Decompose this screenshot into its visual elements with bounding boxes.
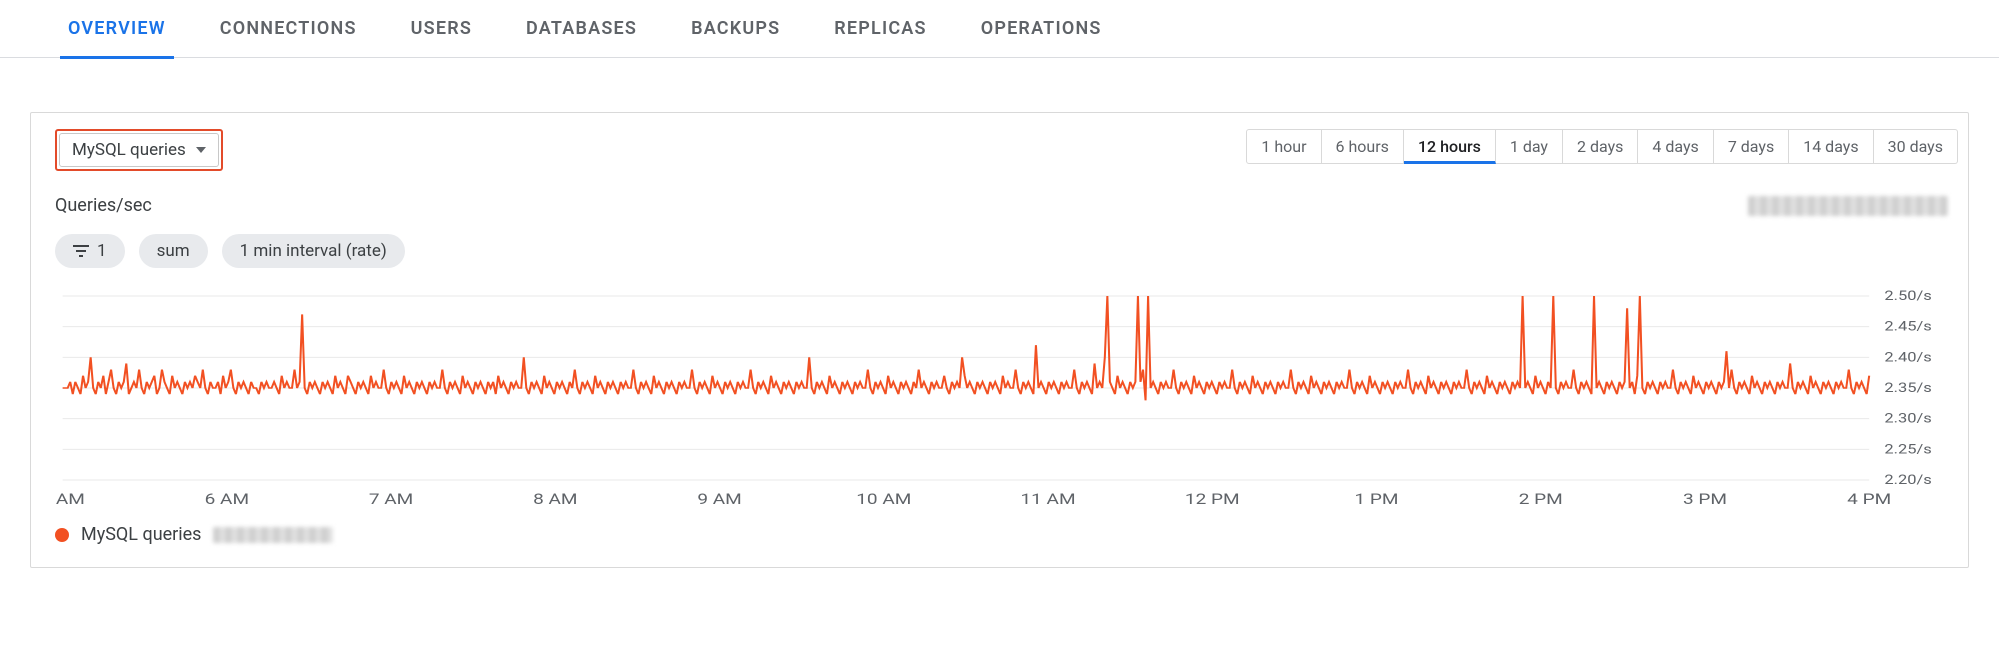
- svg-text:6 AM: 6 AM: [205, 491, 249, 509]
- svg-text:2.50/s: 2.50/s: [1884, 290, 1931, 304]
- svg-text:5 AM: 5 AM: [55, 491, 85, 509]
- legend-swatch-icon: [55, 528, 69, 542]
- tab-users[interactable]: USERS: [403, 0, 480, 58]
- tab-replicas[interactable]: REPLICAS: [826, 0, 934, 58]
- chart-subtitle: Queries/sec: [55, 195, 152, 216]
- time-range-14-days[interactable]: 14 days: [1789, 129, 1873, 164]
- svg-text:2.30/s: 2.30/s: [1884, 410, 1931, 426]
- time-range-group: 1 hour6 hours12 hours1 day2 days4 days7 …: [1246, 129, 1958, 164]
- filter-icon: [73, 245, 89, 257]
- chip-row: 1 sum 1 min interval (rate): [55, 234, 1958, 268]
- filter-chip[interactable]: 1: [55, 234, 125, 268]
- time-range-6-hours[interactable]: 6 hours: [1322, 129, 1404, 164]
- svg-text:2.45/s: 2.45/s: [1884, 318, 1931, 334]
- metric-select[interactable]: MySQL queries: [59, 133, 219, 167]
- aggregation-chip[interactable]: sum: [139, 234, 208, 268]
- svg-text:2.25/s: 2.25/s: [1884, 441, 1931, 457]
- svg-text:12 PM: 12 PM: [1185, 491, 1240, 509]
- time-range-7-days[interactable]: 7 days: [1714, 129, 1789, 164]
- svg-text:2.40/s: 2.40/s: [1884, 349, 1931, 365]
- tab-backups[interactable]: BACKUPS: [683, 0, 788, 58]
- svg-text:2.35/s: 2.35/s: [1884, 380, 1931, 396]
- time-range-12-hours[interactable]: 12 hours: [1404, 129, 1496, 164]
- svg-text:2 PM: 2 PM: [1519, 491, 1563, 509]
- legend-series-label: MySQL queries: [81, 524, 201, 545]
- metric-select-highlight: MySQL queries: [55, 129, 223, 171]
- svg-text:10 AM: 10 AM: [856, 491, 911, 509]
- legend: MySQL queries: [55, 524, 1958, 545]
- tab-bar: OVERVIEW CONNECTIONS USERS DATABASES BACKUPS…: [0, 0, 1999, 58]
- svg-text:1 PM: 1 PM: [1354, 491, 1398, 509]
- caret-down-icon: [196, 147, 206, 153]
- svg-text:2.20/s: 2.20/s: [1884, 472, 1931, 488]
- chart[interactable]: 2.20/s 2.25/s 2.30/s 2.35/s 2.40/s 2.45/s 2.50…: [55, 290, 1958, 510]
- chart-card: MySQL queries 1 hour6 hours12 hours1 day…: [30, 112, 1969, 568]
- redacted-instance-name: [1748, 196, 1948, 216]
- time-range-1-hour[interactable]: 1 hour: [1246, 129, 1321, 164]
- time-range-4-days[interactable]: 4 days: [1638, 129, 1713, 164]
- filter-chip-count: 1: [97, 241, 107, 261]
- svg-text:8 AM: 8 AM: [533, 491, 577, 509]
- interval-chip[interactable]: 1 min interval (rate): [222, 234, 405, 268]
- svg-text:4 PM: 4 PM: [1847, 491, 1891, 509]
- time-range-30-days[interactable]: 30 days: [1874, 129, 1958, 164]
- time-range-1-day[interactable]: 1 day: [1496, 129, 1563, 164]
- svg-text:3 PM: 3 PM: [1683, 491, 1727, 509]
- metric-select-label: MySQL queries: [72, 140, 186, 160]
- redacted-legend-detail: [213, 527, 333, 543]
- tab-databases[interactable]: DATABASES: [518, 0, 645, 58]
- svg-text:9 AM: 9 AM: [697, 491, 741, 509]
- tab-operations[interactable]: OPERATIONS: [973, 0, 1110, 58]
- tab-connections[interactable]: CONNECTIONS: [212, 0, 365, 58]
- svg-text:11 AM: 11 AM: [1020, 491, 1075, 509]
- time-range-2-days[interactable]: 2 days: [1563, 129, 1638, 164]
- tab-overview[interactable]: OVERVIEW: [60, 0, 174, 58]
- svg-text:7 AM: 7 AM: [369, 491, 413, 509]
